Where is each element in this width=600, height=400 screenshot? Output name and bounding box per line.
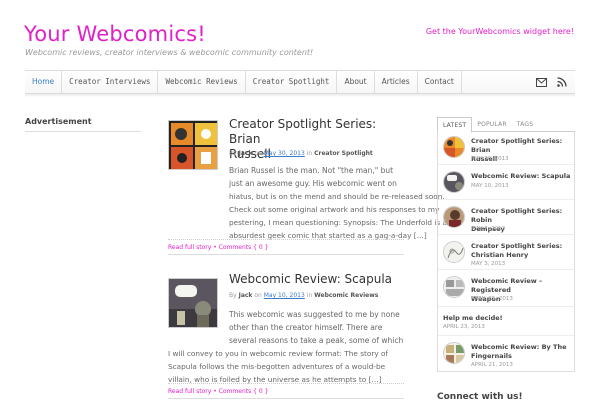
excerpt-line: several reasons to take a peak, some of … (229, 336, 404, 345)
meta-in: in (306, 150, 313, 157)
divider (25, 131, 141, 132)
post-title[interactable]: Webcomic Review: Scapula (229, 272, 392, 287)
nav-creator-interviews[interactable]: Creator Interviews (62, 71, 159, 93)
comments-link[interactable]: Comments { 0 } (219, 244, 269, 251)
latest-post-title-line[interactable]: Help me decide! (443, 314, 543, 323)
nav-creator-spotlight[interactable]: Creator Spotlight (246, 71, 338, 93)
latest-post-thumbnail[interactable] (443, 342, 465, 364)
post-thumbnail[interactable] (168, 278, 218, 328)
meta-on: on (254, 292, 262, 299)
excerpt-line: I will convey to you in webcomic review … (168, 349, 389, 358)
post-author[interactable]: Jack (239, 150, 253, 157)
latest-post-item[interactable]: Creator Spotlight Series: Brian Russell … (438, 132, 574, 165)
latest-post-title-line[interactable]: Fingernails (471, 352, 571, 361)
latest-post-title-line[interactable]: Webcomic Review: By The (471, 343, 571, 352)
latest-post-date: APRIL 25, 2013 (471, 296, 513, 302)
post-thumbnail[interactable] (168, 120, 218, 170)
post-title-line[interactable]: Webcomic Review: Scapula (229, 272, 392, 287)
post-footer: Read full story • Comments { 0 } (168, 239, 404, 255)
site-tagline: Webcomic reviews, creator interviews & w… (25, 48, 314, 57)
rss-icon[interactable] (557, 77, 567, 87)
post-meta: By Jack on May 30, 2013 in Creator Spotl… (229, 150, 373, 157)
connect-heading: Connect with us! (437, 392, 523, 400)
separator: • (213, 388, 217, 395)
excerpt-line: hiatus, but is on the mend and should be… (229, 192, 445, 201)
post-excerpt: This webcomic was suggested to me by non… (229, 308, 403, 347)
meta-on: on (254, 150, 262, 157)
excerpt-line: Check out some original artwork and his … (229, 205, 440, 214)
latest-post-thumbnail[interactable] (443, 206, 465, 228)
post-date[interactable]: May 30, 2013 (264, 150, 305, 157)
excerpt-line: other than the creator himself. There ar… (229, 323, 383, 332)
latest-post-date: MAY 10, 2013 (471, 183, 509, 189)
post-excerpt: hiatus, but is on the mend and should be… (229, 190, 452, 242)
tab-latest[interactable]: LATEST (437, 117, 473, 133)
nav-shadow (25, 94, 575, 97)
excerpt-line: This webcomic was suggested to me by non… (229, 310, 400, 319)
latest-post-thumbnail[interactable] (443, 171, 465, 193)
latest-post-date: MAY 30, 2013 (471, 156, 509, 162)
sidebar-tabs: LATEST POPULAR TAGS (437, 117, 575, 133)
post-category[interactable]: Creator Spotlight (314, 150, 373, 157)
latest-posts-widget: Creator Spotlight Series: Brian Russell … (437, 132, 575, 372)
post-category[interactable]: Webcomic Reviews (314, 292, 378, 299)
latest-post-title-line[interactable]: Creator Spotlight Series: (471, 242, 571, 251)
latest-post-item[interactable]: Webcomic Review: Scapula MAY 10, 2013 (438, 167, 574, 200)
read-full-story-link[interactable]: Read full story (168, 388, 211, 395)
latest-post-item[interactable]: Webcomic Review: By The Fingernails APRI… (438, 338, 574, 371)
nav-about[interactable]: About (337, 71, 375, 93)
latest-post-title[interactable]: Webcomic Review: By The Fingernails (471, 343, 571, 361)
latest-post-thumbnail[interactable] (443, 276, 465, 298)
latest-post-title-line[interactable]: Christian Henry (471, 251, 571, 260)
latest-post-item[interactable]: Creator Spotlight Series: Robin Dempsey … (438, 202, 574, 235)
comments-link[interactable]: Comments { 0 } (219, 388, 269, 395)
meta-by: By (229, 150, 237, 157)
main-navigation: Home Creator Interviews Webcomic Reviews… (25, 70, 575, 94)
widget-link[interactable]: Get the YourWebcomics widget here! (426, 27, 574, 36)
post-author[interactable]: Jack (239, 292, 253, 299)
latest-post-title-line[interactable]: Creator Spotlight Series: Robin (471, 207, 571, 225)
latest-post-date: MAY 7, 2013 (471, 226, 506, 232)
latest-post-item[interactable]: Creator Spotlight Series: Christian Henr… (438, 237, 574, 270)
latest-post-date: APRIL 21, 2013 (471, 362, 513, 368)
latest-post-title[interactable]: Creator Spotlight Series: Christian Henr… (471, 242, 571, 260)
nav-home[interactable]: Home (25, 71, 63, 93)
excerpt-line: Brian Russel is the man. Not "the man," … (229, 166, 394, 175)
latest-post-title-line[interactable]: Creator Spotlight Series: Brian (471, 137, 571, 155)
advertisement-heading: Advertisement (25, 117, 92, 126)
meta-by: By (229, 292, 237, 299)
latest-post-title[interactable]: Help me decide! (443, 314, 543, 323)
latest-post-title-line[interactable]: Webcomic Review – Registered (471, 277, 571, 295)
latest-post-thumbnail[interactable] (443, 241, 465, 263)
post-title-line[interactable]: Creator Spotlight Series: Brian (229, 117, 404, 147)
separator: • (213, 244, 217, 251)
tab-popular[interactable]: POPULAR (472, 117, 512, 132)
latest-post-title-line[interactable]: Webcomic Review: Scapula (471, 172, 571, 181)
post-excerpt: Brian Russel is the man. Not "the man," … (229, 164, 397, 190)
tab-tags[interactable]: TAGS (512, 117, 538, 132)
nav-webcomic-reviews[interactable]: Webcomic Reviews (158, 71, 246, 93)
latest-post-item[interactable]: Help me decide! APRIL 23, 2013 (438, 309, 574, 336)
latest-post-item[interactable]: Webcomic Review – Registered Weapon APRI… (438, 272, 574, 307)
nav-contact[interactable]: Contact (418, 71, 462, 93)
post-article: Webcomic Review: Scapula By Jack on May … (168, 272, 404, 400)
nav-icon-group (536, 71, 573, 93)
post-meta: By Jack on May 10, 2013 in Webcomic Revi… (229, 292, 378, 299)
excerpt-line: pestering, I mean questioning: Synopsis:… (229, 218, 452, 227)
latest-post-date: MAY 3, 2013 (471, 261, 506, 267)
site-title[interactable]: Your Webcomics! (24, 22, 206, 46)
excerpt-line: just an awesome guy. His webcomic went o… (229, 179, 397, 188)
mail-icon[interactable] (536, 77, 547, 87)
post-excerpt: I will convey to you in webcomic review … (168, 347, 388, 386)
nav-articles[interactable]: Articles (375, 71, 418, 93)
latest-post-date: APRIL 23, 2013 (443, 324, 485, 330)
post-date[interactable]: May 10, 2013 (264, 292, 305, 299)
post-footer: Read full story • Comments { 0 } (168, 383, 404, 399)
excerpt-line: Scapula follows the mis-begotten adventu… (168, 362, 386, 371)
latest-post-thumbnail[interactable] (443, 136, 465, 158)
post-article: Creator Spotlight Series: Brian Russell … (168, 117, 452, 257)
latest-post-title[interactable]: Webcomic Review: Scapula (471, 172, 571, 181)
read-full-story-link[interactable]: Read full story (168, 244, 211, 251)
meta-in: in (306, 292, 313, 299)
